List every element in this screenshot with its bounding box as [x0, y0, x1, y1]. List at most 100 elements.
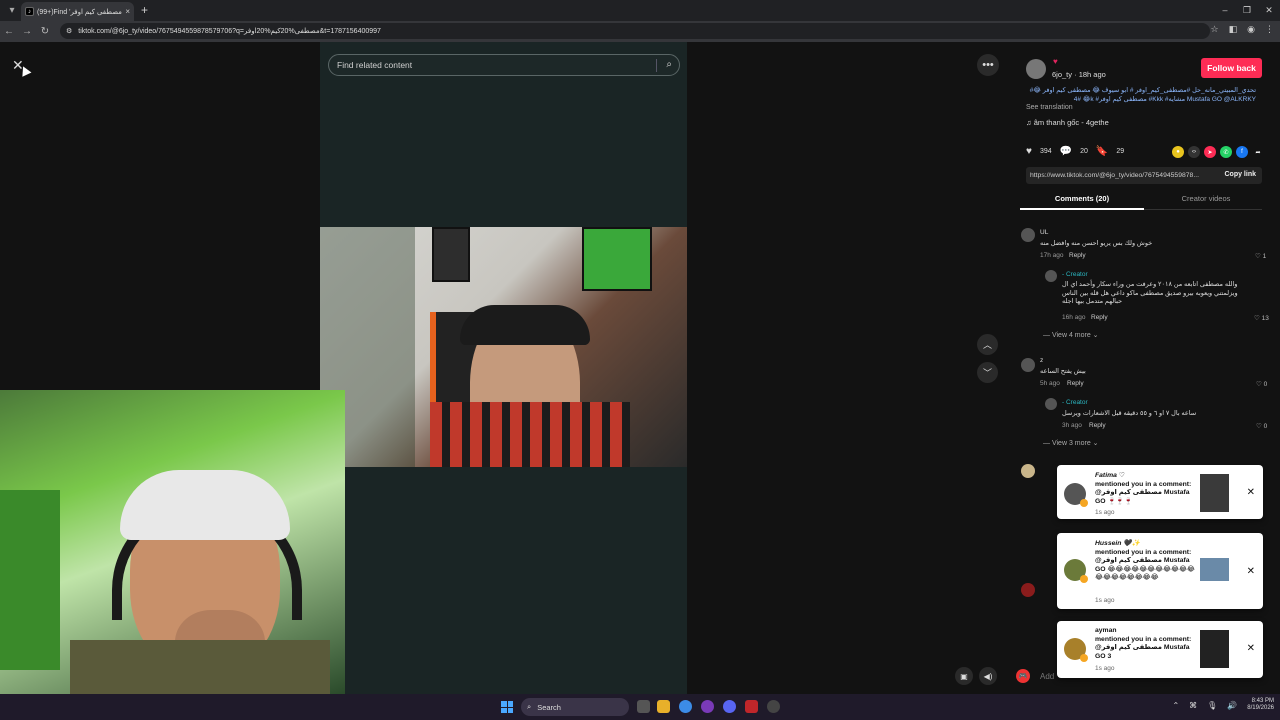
url-field[interactable]: ⚙ tiktok.com/@6jo_ty/video/7675494559878… — [60, 23, 1210, 39]
comment-like[interactable]: ♡ 0 — [1256, 380, 1267, 388]
creator-meta[interactable]: 6jo_ty · 18h ago — [1052, 70, 1106, 79]
extensions-icon[interactable]: ◧ — [1229, 24, 1238, 35]
video-frame[interactable] — [320, 227, 687, 467]
reload-icon[interactable]: ↻ — [36, 26, 54, 37]
task-view-icon[interactable] — [637, 700, 650, 713]
tab-close-icon[interactable]: × — [125, 7, 130, 16]
media-player-icon[interactable] — [767, 700, 780, 713]
system-tray: ⌃ ⌘ 🎙 🔊 8:43 PM 8/19/2026 — [1172, 698, 1274, 712]
tiktok-favicon-icon: ♪ — [25, 7, 34, 16]
commenter-avatar[interactable] — [1021, 583, 1035, 597]
notification-message: mentioned you in a comment: @مصطفى كيم ا… — [1095, 635, 1192, 660]
mention-notification[interactable]: ayman mentioned you in a comment: @مصطفى… — [1057, 621, 1263, 678]
window-controls: – ❐ ✕ — [1214, 0, 1280, 21]
facebook-icon[interactable]: f — [1236, 146, 1248, 158]
like-icon[interactable]: ♥ — [1026, 146, 1032, 157]
like-count: 394 — [1039, 148, 1052, 155]
discord-icon[interactable] — [723, 700, 736, 713]
app-icon[interactable] — [745, 700, 758, 713]
share-link-field[interactable]: https://www.tiktok.com/@6jo_ty/video/767… — [1026, 167, 1262, 184]
see-translation-link[interactable]: See translation — [1026, 104, 1073, 111]
follow-back-button[interactable]: Follow back — [1201, 58, 1262, 78]
add-comment-input[interactable]: Add — [1040, 672, 1054, 681]
microphone-icon[interactable]: 🎙 — [1207, 701, 1217, 710]
windows-start-icon[interactable] — [501, 701, 513, 713]
commenter-avatar[interactable] — [1021, 228, 1035, 242]
window-close-button[interactable]: ✕ — [1258, 0, 1280, 21]
search-icon[interactable]: ⌕ — [666, 59, 672, 70]
site-info-icon[interactable]: ⚙ — [66, 27, 72, 35]
comment-user[interactable]: UL — [1040, 229, 1048, 236]
commenter-avatar[interactable] — [1021, 358, 1035, 372]
tab-search-icon[interactable]: ▾ — [4, 3, 20, 19]
share-arrow-icon[interactable]: ➦ — [1252, 146, 1264, 158]
creator-label[interactable]: - Creator — [1062, 271, 1088, 278]
tray-chevron-icon[interactable]: ⌃ — [1172, 701, 1179, 710]
coin-icon[interactable]: ● — [1172, 146, 1184, 158]
save-count: 29 — [1116, 148, 1125, 155]
game-controller-icon[interactable]: 🎮 — [1016, 669, 1030, 683]
post-description[interactable]: #تحدي_المبيتي_مانه_حل #مصطفى_كيم_اوفر # … — [1026, 86, 1256, 104]
file-explorer-icon[interactable] — [657, 700, 670, 713]
comment-user[interactable]: z — [1040, 357, 1043, 364]
view-more-replies[interactable]: — View 3 more ⌄ — [1043, 439, 1099, 447]
network-icon[interactable]: ⌘ — [1189, 701, 1197, 710]
minimize-button[interactable]: – — [1214, 0, 1236, 21]
comment-like[interactable]: ♡ 13 — [1254, 314, 1269, 322]
app-icon[interactable] — [701, 700, 714, 713]
back-icon[interactable]: ← — [0, 26, 18, 37]
forward-icon[interactable]: → — [18, 26, 36, 37]
commenter-avatar[interactable] — [1021, 464, 1035, 478]
notification-message: mentioned you in a comment: @مصطفى كيم ا… — [1095, 480, 1192, 505]
view-more-replies[interactable]: — View 4 more ⌄ — [1043, 331, 1099, 339]
clock-date: 8/19/2026 — [1247, 705, 1274, 711]
reply-button[interactable]: Reply — [1067, 380, 1084, 387]
comment-like[interactable]: ♡ 0 — [1256, 422, 1267, 430]
mention-notification[interactable]: Hussein 🖤✨ mentioned you in a comment: @… — [1057, 533, 1263, 609]
creator-reply-avatar[interactable] — [1045, 270, 1057, 282]
notification-name: ayman — [1095, 627, 1117, 634]
view-more-label: View 4 more — [1051, 332, 1091, 339]
browser-tab[interactable]: ♪ (99+)Find 'مصطفى كيم اوفر' × — [21, 2, 134, 21]
maximize-button[interactable]: ❐ — [1236, 0, 1258, 21]
mention-notification[interactable]: Fatima ♡ mentioned you in a comment: @مص… — [1057, 465, 1263, 519]
creator-label[interactable]: - Creator — [1062, 399, 1088, 406]
music-note-icon: ♫ — [1026, 118, 1032, 127]
speaker-icon[interactable]: 🔊 — [1227, 701, 1237, 710]
dismiss-notification-icon[interactable]: ✕ — [1247, 643, 1255, 654]
creator-reply-avatar[interactable] — [1045, 398, 1057, 410]
dismiss-notification-icon[interactable]: ✕ — [1247, 566, 1255, 577]
bookmark-star-icon[interactable]: ☆ — [1211, 24, 1219, 35]
reply-button[interactable]: Reply — [1069, 252, 1086, 259]
volume-icon[interactable]: ◀) — [979, 667, 997, 685]
whatsapp-icon[interactable]: ✆ — [1220, 146, 1232, 158]
save-icon[interactable]: 🔖 — [1096, 146, 1108, 157]
send-icon[interactable]: ➤ — [1204, 146, 1216, 158]
tab-creator-videos[interactable]: Creator videos — [1144, 194, 1268, 203]
taskbar-search[interactable]: ⌕ Search — [521, 698, 629, 716]
creator-avatar[interactable] — [1026, 59, 1046, 79]
miniplayer-icon[interactable]: ▣ — [955, 667, 973, 685]
clock[interactable]: 8:43 PM 8/19/2026 — [1247, 698, 1274, 712]
previous-video-icon[interactable]: ︿ — [977, 334, 998, 355]
comment-like[interactable]: ♡ 1 — [1255, 252, 1266, 260]
creeper-plush — [0, 490, 60, 670]
related-search-input[interactable]: Find related content ⌕ — [328, 54, 680, 76]
reply-button[interactable]: Reply — [1089, 422, 1106, 429]
comment-icon[interactable]: 💬 — [1060, 146, 1072, 157]
browser-tab-bar: ▾ ♪ (99+)Find 'مصطفى كيم اوفر' × + – ❐ ✕ — [0, 0, 1280, 21]
tab-comments[interactable]: Comments (20) — [1020, 194, 1144, 210]
copy-link-button[interactable]: Copy link — [1224, 171, 1256, 178]
profile-icon[interactable]: ◉ — [1247, 24, 1255, 35]
new-tab-button[interactable]: + — [141, 3, 148, 17]
more-options-icon[interactable]: ••• — [977, 54, 999, 76]
next-video-icon[interactable]: ﹀ — [977, 362, 998, 383]
reply-button[interactable]: Reply — [1091, 314, 1108, 321]
music-row[interactable]: ♫ âm thanh gốc - 4gethe — [1026, 118, 1109, 127]
menu-icon[interactable]: ⋮ — [1265, 24, 1274, 35]
embed-icon[interactable]: ‹› — [1188, 146, 1200, 158]
comment-text: بيش يفتح الساعه — [1040, 368, 1086, 375]
notification-message: mentioned you in a comment: @مصطفى كيم ا… — [1095, 548, 1195, 582]
dismiss-notification-icon[interactable]: ✕ — [1247, 487, 1255, 498]
chrome-icon[interactable] — [679, 700, 692, 713]
